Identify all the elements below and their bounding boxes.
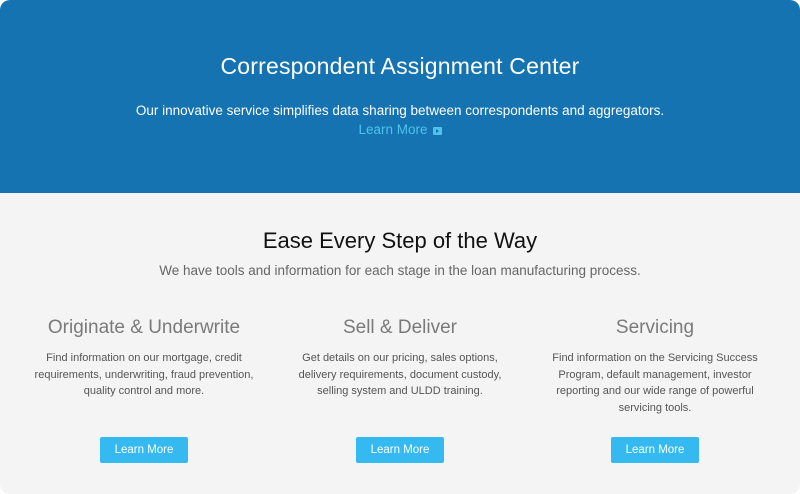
- hero-title: Correspondent Assignment Center: [220, 53, 580, 79]
- servicing-learn-more-button[interactable]: Learn More: [611, 437, 699, 463]
- page-frame: Correspondent Assignment Center Our inno…: [0, 0, 800, 494]
- hero-description: Our innovative service simplifies data s…: [135, 103, 665, 118]
- originate-learn-more-button[interactable]: Learn More: [100, 437, 188, 463]
- hero-link-row: Learn More: [0, 122, 800, 137]
- column-sell-deliver: Sell & Deliver Get details on our pricin…: [280, 314, 520, 400]
- column-title: Sell & Deliver: [342, 317, 458, 338]
- column-title: Originate & Underwrite: [47, 317, 241, 338]
- column-servicing: Servicing Find information on the Servic…: [535, 314, 775, 416]
- section-title: Ease Every Step of the Way: [262, 228, 538, 253]
- column-title: Servicing: [615, 317, 695, 338]
- column-description: Find information on the Servicing Succes…: [552, 352, 758, 414]
- hero-learn-more-link[interactable]: Learn More: [358, 122, 442, 137]
- column-description: Find information on our mortgage, credit…: [34, 352, 254, 397]
- hero-learn-more-label: Learn More: [358, 122, 428, 137]
- column-description: Get details on our pricing, sales option…: [298, 352, 502, 397]
- hero-banner: Correspondent Assignment Center Our inno…: [0, 0, 800, 193]
- column-originate-underwrite: Originate & Underwrite Find information …: [24, 314, 264, 400]
- arrow-right-icon: [432, 127, 442, 135]
- sell-deliver-learn-more-button[interactable]: Learn More: [356, 437, 444, 463]
- section-subtitle: We have tools and information for each s…: [159, 263, 641, 278]
